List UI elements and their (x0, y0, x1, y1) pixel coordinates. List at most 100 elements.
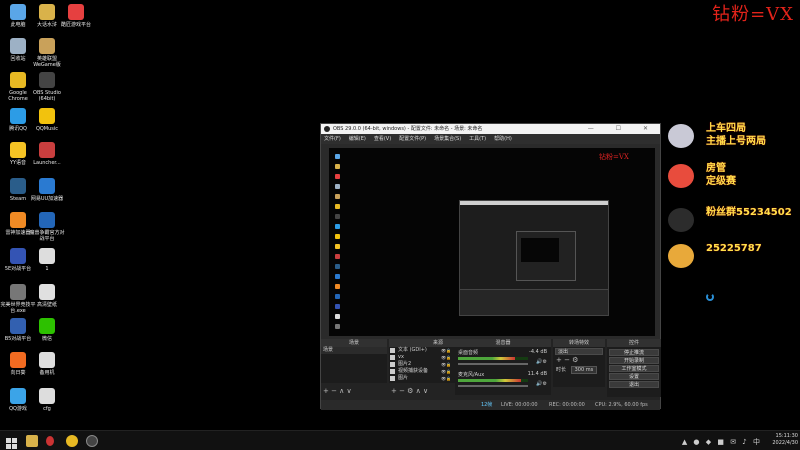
mixer-track-name: 桌面音频 (458, 350, 479, 356)
preview-desktop-icons (335, 154, 340, 334)
overlay-item: 房管 定级赛 (668, 160, 798, 202)
desktop-icon-label: QQMusic (35, 126, 59, 132)
source-type-icon (390, 369, 395, 374)
taskbar-obs-icon[interactable] (86, 435, 98, 447)
nested-dock (460, 289, 608, 315)
mixer-track-db: -4.4 dB (529, 349, 547, 355)
taskbar-clock[interactable]: 15:11:30 2022/4/30 (772, 433, 798, 447)
overlay-line-1: 粉丝群55234502 (706, 207, 792, 218)
taskbar-chrome-icon[interactable] (66, 435, 78, 447)
visibility-lock-icon[interactable]: 👁🔒 (441, 354, 451, 361)
desktop-icon[interactable]: 高清壁纸 (29, 284, 65, 308)
visibility-lock-icon[interactable]: 👁🔒 (441, 368, 451, 375)
duration-input[interactable]: 300 ms (570, 366, 598, 374)
desktop-icon[interactable]: 酷匠游戏平台 (58, 4, 94, 28)
desktop-icon-label: cfg (43, 406, 51, 412)
start-button[interactable] (6, 435, 18, 449)
desktop-icon[interactable]: Launcher... (29, 142, 65, 166)
menu-item[interactable]: 文件(F) (324, 136, 341, 142)
app-icon (39, 284, 55, 300)
desktop-icon[interactable]: 备用机 (29, 352, 65, 376)
control-button[interactable]: 开始录制 (609, 357, 659, 364)
taskbar-app-game-icon[interactable] (46, 436, 54, 446)
taskbar-app-dahua-icon[interactable] (26, 435, 38, 447)
transition-toolbar[interactable]: + − ⚙ (553, 356, 605, 364)
volume-slider[interactable] (458, 363, 528, 365)
desktop-icon[interactable]: cfg (29, 388, 65, 412)
sources-toolbar[interactable]: + − ⚙ ∧ ∨ (391, 387, 428, 395)
preview-mini-icon (335, 184, 340, 189)
preview-mini-icon (335, 154, 340, 159)
mute-settings-icon[interactable]: 🔊⚙ (536, 359, 547, 365)
desktop-icon[interactable]: 英雄联盟 WeGame版 (29, 38, 65, 68)
source-label: 文本 (GDI+) (398, 347, 427, 353)
nested-inner-window (516, 231, 576, 281)
scenes-toolbar[interactable]: + − ∧ ∨ (323, 387, 352, 395)
obs-window-title: OBS 29.0.0 (64-bit, windows) - 配置文件: 未命名… (333, 126, 483, 132)
app-icon (39, 142, 55, 158)
control-button[interactable]: 工作室模式 (609, 365, 659, 372)
app-icon (39, 352, 55, 368)
overlay-item-icon (668, 164, 694, 188)
control-button[interactable]: 停止推流 (609, 349, 659, 356)
preview-mini-icon (335, 254, 340, 259)
desktop-icon-label: 魔兽争霸官方对战平台 (29, 230, 65, 242)
menu-item[interactable]: 查看(V) (374, 136, 391, 142)
menu-item[interactable]: 配置文件(P) (399, 136, 426, 142)
visibility-lock-icon[interactable]: 👁🔒 (441, 361, 451, 368)
transition-duration-row: 时长 300 ms (553, 366, 605, 374)
source-type-icon (390, 348, 395, 353)
mute-settings-icon[interactable]: 🔊⚙ (536, 381, 547, 387)
menu-item[interactable]: 编辑(E) (349, 136, 366, 142)
preview-mini-icon (335, 224, 340, 229)
app-icon (10, 38, 26, 54)
source-label: 图片 (398, 375, 409, 381)
mixer-track-db: 11.4 dB (527, 371, 547, 377)
app-icon (10, 318, 26, 334)
app-icon (39, 72, 55, 88)
clock-date: 2022/4/30 (772, 440, 798, 446)
preview-mini-icon (335, 284, 340, 289)
busy-cursor-icon (706, 293, 714, 301)
app-icon (39, 248, 55, 264)
obs-preview[interactable]: 钻粉=VX (329, 148, 655, 336)
control-button[interactable]: 设置 (609, 373, 659, 380)
window-controls[interactable]: — ☐ ✕ (588, 124, 658, 134)
desktop-icon[interactable]: QQMusic (29, 108, 65, 132)
volume-meter-level (458, 357, 516, 360)
obs-title-bar[interactable]: OBS 29.0.0 (64-bit, windows) - 配置文件: 未命名… (321, 124, 660, 134)
visibility-lock-icon[interactable]: 👁🔒 (441, 347, 451, 354)
desktop-icon-label: OBS Studio (64bit) (33, 90, 61, 102)
desktop-icon[interactable]: 微信 (29, 318, 65, 342)
preview-mini-icon (335, 174, 340, 179)
nested-title-bar (460, 201, 608, 205)
volume-meter-level (458, 379, 521, 382)
control-button[interactable]: 退出 (609, 381, 659, 388)
desktop-icon[interactable]: 1 (29, 248, 65, 272)
menu-item[interactable]: 场景集合(S) (434, 136, 461, 142)
app-icon (68, 4, 84, 20)
volume-slider[interactable] (458, 385, 528, 387)
overlay-item-text: 房管 定级赛 (706, 162, 736, 188)
desktop-icon[interactable]: 网易UU加速器 (29, 178, 65, 202)
mixer-header: 混音器 (455, 339, 551, 347)
transition-select[interactable]: 淡出 (555, 348, 603, 355)
preview-mini-icon (335, 314, 340, 319)
preview-mini-icon (335, 214, 340, 219)
live-time: LIVE: 00:00:00 (501, 402, 538, 408)
menu-item[interactable]: 帮助(H) (494, 136, 512, 142)
overlay-item-text: 上车四局 主播上号两局 (706, 122, 766, 148)
preview-mini-icon (335, 304, 340, 309)
preview-mini-icon (335, 204, 340, 209)
desktop-icon[interactable]: OBS Studio (64bit) (29, 72, 65, 102)
app-icon (39, 38, 55, 54)
menu-item[interactable]: 工具(T) (469, 136, 486, 142)
visibility-lock-icon[interactable]: 👁🔒 (441, 375, 451, 382)
obs-logo-icon (324, 126, 330, 132)
clock-time: 15:11:30 (775, 433, 798, 439)
desktop-icon[interactable]: 魔兽争霸官方对战平台 (29, 212, 65, 242)
system-tray-icons[interactable]: ▲ ● ◆ ■ ✉ ♪ 中 (682, 437, 762, 447)
scenes-header: 场景 (321, 339, 387, 347)
scene-item[interactable]: 场景 (321, 347, 387, 354)
overlay-line-2: 主播上号两局 (706, 136, 766, 147)
